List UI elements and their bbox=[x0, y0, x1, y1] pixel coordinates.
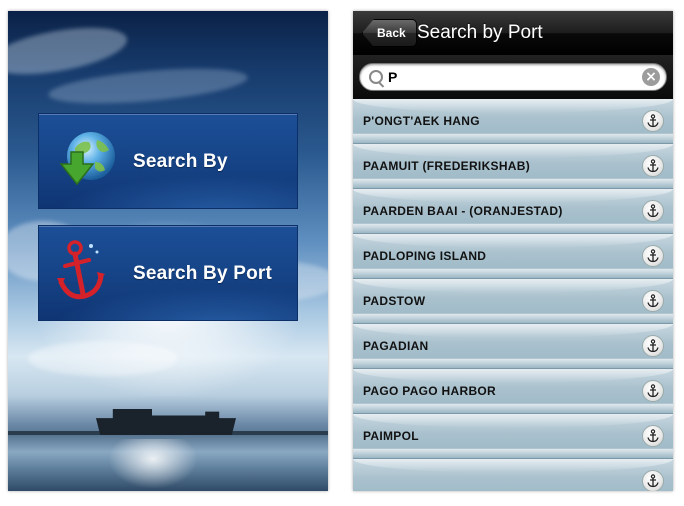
home-screen: Search By Country Search By Port bbox=[8, 11, 328, 491]
anchor-icon[interactable] bbox=[642, 335, 664, 357]
list-item[interactable]: PAGADIAN bbox=[353, 324, 673, 369]
list-item[interactable]: PADLOPING ISLAND bbox=[353, 234, 673, 279]
search-icon bbox=[369, 70, 383, 84]
port-name: PAGADIAN bbox=[363, 339, 429, 353]
navigation-bar: Back Search by Port bbox=[353, 11, 673, 55]
port-search-screen: Back Search by Port × P'ONGT'AEK HANG PA… bbox=[353, 11, 673, 491]
anchor-icon[interactable] bbox=[642, 155, 664, 177]
list-item[interactable]: PAAMUIT (FREDERIKSHAB) bbox=[353, 144, 673, 189]
cloud bbox=[28, 341, 178, 376]
anchor-icon[interactable] bbox=[642, 470, 664, 491]
anchor-icon[interactable] bbox=[642, 290, 664, 312]
list-item[interactable]: PADSTOW bbox=[353, 279, 673, 324]
globe-download-icon bbox=[51, 126, 123, 198]
page-title: Search by Port bbox=[417, 22, 543, 43]
anchor-icon[interactable] bbox=[642, 200, 664, 222]
back-button[interactable]: Back bbox=[362, 19, 417, 47]
port-name: PAARDEN BAAI - (ORANJESTAD) bbox=[363, 204, 563, 218]
search-by-country-label: Search By Country bbox=[133, 151, 228, 268]
anchor-icon[interactable] bbox=[642, 380, 664, 402]
red-anchor-icon bbox=[51, 238, 123, 310]
sun-reflection bbox=[108, 439, 198, 489]
search-input[interactable] bbox=[388, 67, 628, 87]
list-item[interactable]: P'ONGT'AEK HANG bbox=[353, 99, 673, 144]
list-item[interactable]: PAARDEN BAAI - (ORANJESTAD) bbox=[353, 189, 673, 234]
list-item[interactable]: PAGO PAGO HARBOR bbox=[353, 369, 673, 414]
search-by-port-label: Search By Port bbox=[133, 263, 273, 284]
cloud bbox=[47, 62, 249, 110]
anchor-icon[interactable] bbox=[642, 110, 664, 132]
port-name: PADLOPING ISLAND bbox=[363, 249, 487, 263]
list-item[interactable] bbox=[353, 459, 673, 491]
anchor-icon[interactable] bbox=[642, 425, 664, 447]
search-by-country-button[interactable]: Search By Country bbox=[38, 113, 298, 268]
port-name: PAIMPOL bbox=[363, 429, 419, 443]
search-bar: × bbox=[353, 55, 673, 99]
cloud bbox=[8, 19, 131, 83]
search-field[interactable]: × bbox=[359, 63, 667, 91]
port-name: PAGO PAGO HARBOR bbox=[363, 384, 497, 398]
port-name: PADSTOW bbox=[363, 294, 426, 308]
port-name: PAAMUIT (FREDERIKSHAB) bbox=[363, 159, 531, 173]
clear-icon[interactable]: × bbox=[642, 68, 660, 86]
list-item[interactable]: PAIMPOL bbox=[353, 414, 673, 459]
ship-silhouette bbox=[96, 409, 236, 435]
anchor-icon[interactable] bbox=[642, 245, 664, 267]
port-list: P'ONGT'AEK HANG PAAMUIT (FREDERIKSHAB) P… bbox=[353, 99, 673, 491]
search-by-port-button[interactable]: Search By Port bbox=[38, 225, 298, 321]
port-name: P'ONGT'AEK HANG bbox=[363, 114, 480, 128]
